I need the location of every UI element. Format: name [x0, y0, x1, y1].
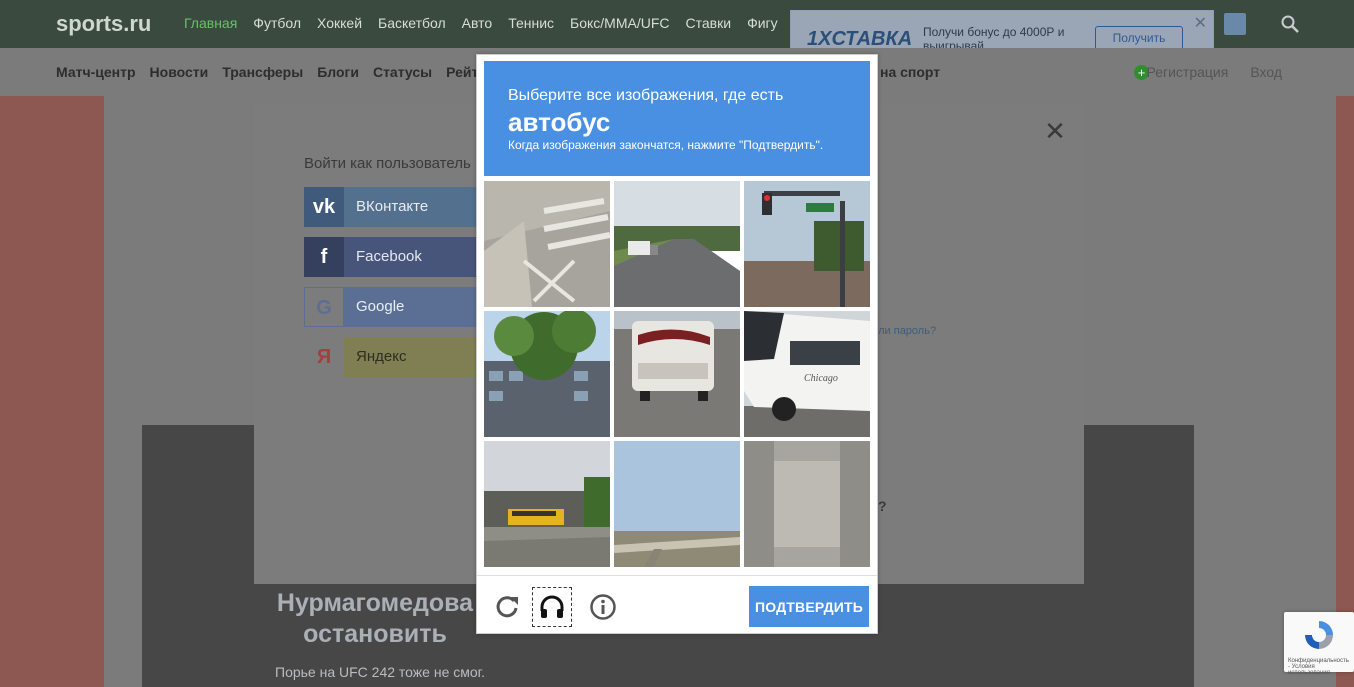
captcha-instruction: Выберите все изображения, где есть: [508, 87, 784, 104]
captcha-tile-crosswalk[interactable]: [484, 181, 610, 307]
google-icon: G: [304, 287, 344, 327]
recaptcha-logo-icon: [1305, 621, 1333, 649]
captcha-tile-white-bus[interactable]: Chicago: [744, 311, 870, 437]
yandex-icon: Я: [304, 337, 344, 377]
main-nav-item[interactable]: Главная: [184, 15, 237, 31]
captcha-target-object: автобус: [508, 107, 611, 137]
captcha-tile-traffic-light[interactable]: [744, 181, 870, 307]
sub-nav-item[interactable]: Матч-центр: [56, 64, 136, 80]
facebook-icon: f: [304, 237, 344, 277]
main-nav-item[interactable]: Футбол: [253, 15, 301, 31]
close-icon[interactable]: ✕: [1038, 114, 1072, 148]
hero-title[interactable]: Нурмагомедова остановить: [250, 588, 500, 650]
svg-text:Chicago: Chicago: [804, 373, 838, 384]
captcha-header: Выберите все изображения, где есть автоб…: [484, 61, 870, 176]
vk-icon: vk: [304, 187, 344, 227]
captcha-tile-overpass[interactable]: [614, 441, 740, 567]
login-vk-button[interactable]: vk ВКонтакте: [304, 187, 484, 227]
sub-nav-item[interactable]: Новости: [150, 64, 209, 80]
ad-close-icon[interactable]: ✕: [1194, 13, 1207, 33]
login-yandex-label: Яндекс: [344, 337, 484, 377]
main-nav-item[interactable]: Ставки: [686, 15, 732, 31]
login-title: Войти как пользователь: [304, 155, 471, 172]
search-icon[interactable]: [1281, 15, 1299, 33]
sub-nav-item[interactable]: Статусы: [373, 64, 432, 80]
captcha-footer-divider: [477, 575, 877, 576]
captcha-tile-highway-truck[interactable]: [614, 181, 740, 307]
verify-button[interactable]: ПОДТВЕРДИТЬ: [749, 586, 869, 627]
info-icon[interactable]: [583, 587, 623, 627]
login-facebook-label: Facebook: [344, 237, 484, 277]
captcha-tile-rv-bus[interactable]: [614, 311, 740, 437]
main-nav-item[interactable]: Хоккей: [317, 15, 362, 31]
site-logo[interactable]: sports.ru: [56, 11, 151, 37]
main-nav: Главная Футбол Хоккей Баскетбол Авто Тен…: [184, 15, 778, 31]
auth-links: Регистрация Вход: [1146, 64, 1282, 80]
main-nav-item[interactable]: Фигу: [747, 15, 778, 31]
captcha-tile-building-tree[interactable]: [484, 311, 610, 437]
captcha-tile-school-bus[interactable]: [484, 441, 610, 567]
headphones-icon[interactable]: [532, 587, 572, 627]
captcha-hint: Когда изображения закончатся, нажмите "П…: [508, 138, 824, 152]
sub-nav-item[interactable]: Трансферы: [222, 64, 303, 80]
background-decoration: [0, 96, 104, 687]
login-facebook-button[interactable]: f Facebook: [304, 237, 484, 277]
forgot-password-link[interactable]: али пароль?: [872, 325, 936, 337]
gift-icon[interactable]: [1224, 13, 1246, 35]
sub-nav-item[interactable]: Блоги: [317, 64, 359, 80]
sub-nav: Матч-центр Новости Трансферы Блоги Стату…: [56, 64, 487, 80]
main-nav-item[interactable]: Баскетбол: [378, 15, 446, 31]
login-google-button[interactable]: G Google: [304, 287, 484, 327]
main-nav-item[interactable]: Бокс/ММА/UFC: [570, 15, 669, 31]
login-google-label: Google: [344, 287, 484, 327]
reload-icon[interactable]: [487, 587, 527, 627]
question-mark: ?: [878, 498, 887, 514]
recaptcha-badge-text: Конфиденциальность - Условия использован…: [1288, 658, 1349, 676]
ad-button[interactable]: Получить: [1095, 26, 1183, 50]
register-link[interactable]: Регистрация: [1146, 64, 1228, 80]
recaptcha-badge[interactable]: Конфиденциальность - Условия использован…: [1284, 612, 1354, 676]
login-vk-label: ВКонтакте: [344, 187, 484, 227]
login-yandex-button[interactable]: Я Яндекс: [304, 337, 484, 377]
hero-subtitle: Порье на UFC 242 тоже не смог.: [275, 664, 485, 680]
login-link[interactable]: Вход: [1250, 64, 1282, 80]
main-nav-item[interactable]: Авто: [462, 15, 493, 31]
captcha-tile-concrete-wall[interactable]: [744, 441, 870, 567]
sub-nav-item[interactable]: на спорт: [880, 64, 940, 80]
captcha-challenge: Выберите все изображения, где есть автоб…: [476, 54, 878, 634]
main-nav-item[interactable]: Теннис: [508, 15, 554, 31]
